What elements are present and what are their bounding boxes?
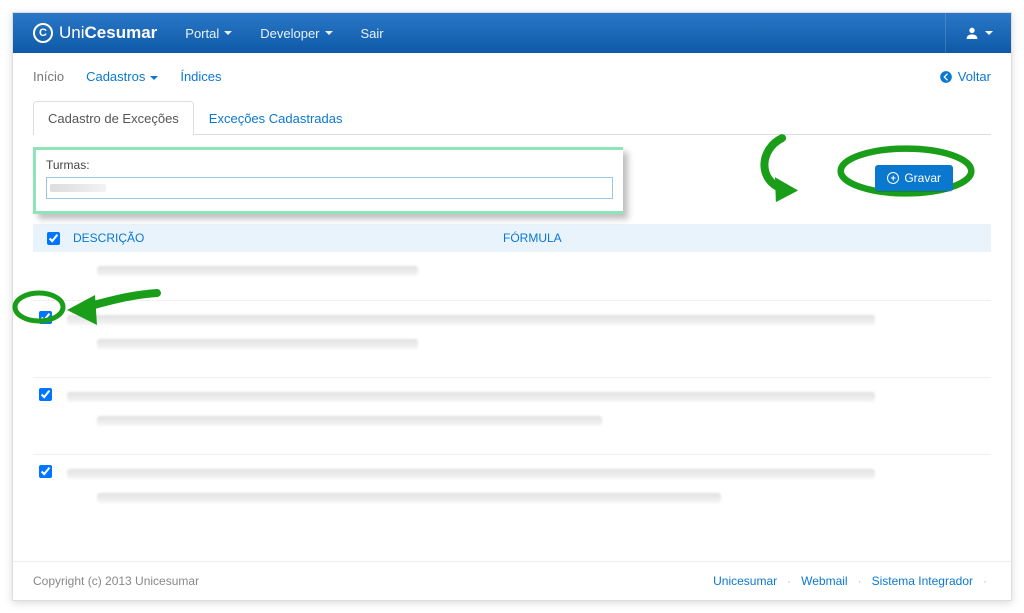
app-frame: C UniCesumar Portal Developer Sair Iníci… (12, 12, 1012, 601)
brand-icon: C (33, 23, 53, 43)
brand-suffix: Cesumar (85, 23, 158, 42)
chevron-down-icon (150, 76, 158, 80)
blurred-text (67, 392, 875, 402)
footer-links: Unicesumar · Webmail · Sistema Integrado… (713, 574, 991, 588)
footer-link-integrador[interactable]: Sistema Integrador (872, 574, 973, 588)
nav-sair[interactable]: Sair (349, 13, 396, 53)
gravar-region: + Gravar (741, 149, 991, 209)
footer: Copyright (c) 2013 Unicesumar Unicesumar… (13, 561, 1011, 600)
nav-portal-label: Portal (185, 26, 219, 41)
table-row (33, 378, 991, 455)
turmas-blurred-text (50, 184, 106, 192)
subnav-cadastros-label: Cadastros (86, 69, 145, 84)
brand-logo-area[interactable]: C UniCesumar (13, 13, 173, 53)
tab-bar: Cadastro de Exceções Exceções Cadastrada… (33, 101, 991, 135)
row-checkbox-cell (39, 386, 67, 404)
blurred-text (97, 339, 418, 349)
user-icon (964, 25, 980, 41)
row-content (67, 463, 985, 509)
top-navbar: C UniCesumar Portal Developer Sair (13, 13, 1011, 53)
voltar-link[interactable]: Voltar (939, 69, 991, 84)
table-body (33, 252, 991, 531)
chevron-down-icon (224, 31, 232, 35)
gravar-button[interactable]: + Gravar (875, 165, 953, 191)
back-circle-icon (939, 70, 953, 84)
row-checkbox[interactable] (39, 311, 52, 324)
row-content (67, 309, 985, 355)
chevron-down-icon (325, 31, 333, 35)
brand-text: UniCesumar (59, 23, 157, 43)
blurred-text (97, 493, 721, 503)
blurred-text (97, 416, 602, 426)
row-checkbox-cell (39, 260, 67, 262)
header-formula[interactable]: FÓRMULA (497, 231, 985, 245)
nav-portal[interactable]: Portal (173, 13, 244, 53)
nav-developer[interactable]: Developer (248, 13, 344, 53)
table-row (33, 301, 991, 378)
blurred-text (67, 469, 875, 479)
row-checkbox-cell (39, 463, 67, 481)
voltar-label: Voltar (958, 69, 991, 84)
row-content (67, 260, 985, 282)
footer-link-unicesumar[interactable]: Unicesumar (713, 574, 777, 588)
separator-dot: · (783, 574, 795, 588)
row-content (67, 386, 985, 432)
table-row (33, 455, 991, 531)
subnav-inicio[interactable]: Início (33, 63, 64, 90)
gravar-label: Gravar (904, 171, 941, 185)
nav-sair-label: Sair (361, 26, 384, 41)
select-all-checkbox[interactable] (47, 232, 60, 245)
chevron-down-icon (985, 31, 993, 35)
turmas-panel: Turmas: (33, 147, 623, 214)
annotation-arrow-right-icon (746, 131, 836, 211)
content-area: Cadastro de Exceções Exceções Cadastrada… (13, 91, 1011, 561)
table-header: DESCRIÇÃO FÓRMULA (33, 224, 991, 252)
turmas-label: Turmas: (46, 158, 613, 172)
nav-developer-label: Developer (260, 26, 319, 41)
row-checkbox-cell (39, 309, 67, 327)
blurred-text (97, 266, 418, 276)
footer-link-webmail[interactable]: Webmail (801, 574, 847, 588)
sub-navbar: Início Cadastros Índices Voltar (13, 53, 1011, 91)
header-checkbox-cell (39, 232, 67, 245)
turmas-input[interactable] (46, 177, 613, 199)
tab-cadastro-excecoes[interactable]: Cadastro de Exceções (33, 101, 194, 135)
subnav-cadastros[interactable]: Cadastros (86, 63, 158, 90)
separator-dot: · (854, 574, 866, 588)
footer-copyright: Copyright (c) 2013 Unicesumar (33, 574, 199, 588)
header-descricao[interactable]: DESCRIÇÃO (67, 231, 497, 245)
user-menu[interactable] (945, 13, 1011, 53)
plus-circle-icon: + (887, 172, 899, 184)
row-checkbox[interactable] (39, 388, 52, 401)
blurred-text (67, 315, 875, 325)
primary-nav: Portal Developer Sair (173, 13, 395, 53)
brand-prefix: Uni (59, 23, 85, 42)
tab-excecoes-cadastradas[interactable]: Exceções Cadastradas (194, 101, 358, 135)
separator-dot: · (979, 574, 991, 588)
table-row (33, 252, 991, 301)
row-checkbox[interactable] (39, 465, 52, 478)
nav-spacer (396, 13, 945, 53)
subnav-indices[interactable]: Índices (180, 63, 221, 90)
